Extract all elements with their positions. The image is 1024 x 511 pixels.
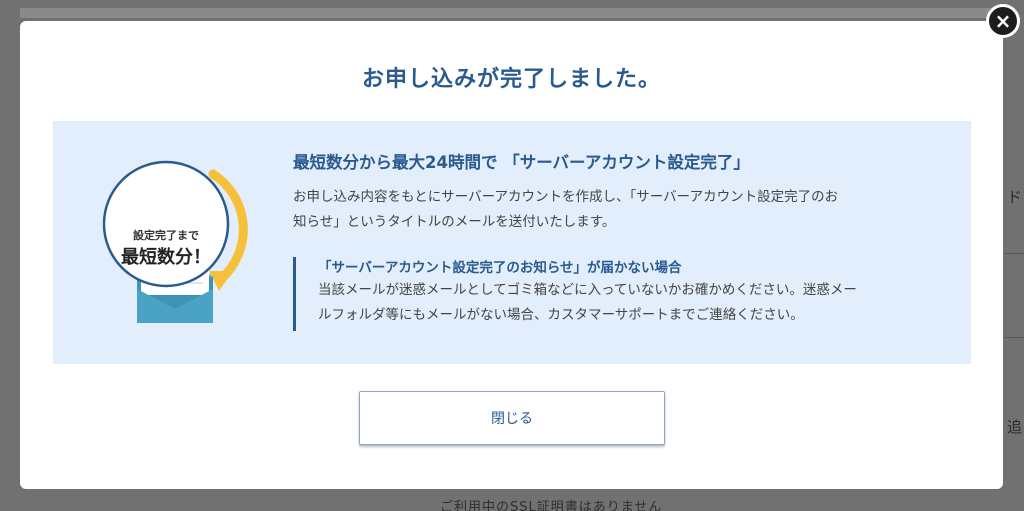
background-divider bbox=[1004, 253, 1024, 254]
close-button[interactable]: 閉じる bbox=[359, 391, 665, 445]
background-text: ド bbox=[1006, 188, 1022, 206]
panel-body: お申し込み内容をもとにサーバーアカウントを作成し、「サーバーアカウント設定完了の… bbox=[293, 185, 953, 235]
completion-modal: お申し込みが完了しました。 設定完了まで 最短数分！ 最短数分から最大24時間で… bbox=[20, 21, 1003, 489]
background-divider bbox=[1004, 337, 1024, 338]
background-text: 追 bbox=[1006, 418, 1022, 436]
note-line: ルフォルダ等にもメールがない場合、カスタマーサポートまでご連絡ください。 bbox=[318, 307, 804, 323]
body-line: お申し込み内容をもとにサーバーアカウントを作成し、「サーバーアカウント設定完了の… bbox=[293, 189, 839, 205]
note-title: 「サーバーアカウント設定完了のお知らせ」が届かない場合 bbox=[318, 260, 682, 276]
note-line: 当該メールが迷惑メールとしてゴミ箱などに入っていないかお確かめください。迷惑メー bbox=[318, 282, 857, 298]
background-text: ご利用中のSSL証明書はありません bbox=[440, 500, 663, 511]
background-strip bbox=[20, 8, 1000, 18]
info-panel: 設定完了まで 最短数分！ 最短数分から最大24時間で 「サーバーアカウント設定完… bbox=[53, 121, 971, 364]
close-icon[interactable]: × bbox=[986, 4, 1020, 38]
modal-title: お申し込みが完了しました。 bbox=[361, 67, 661, 92]
badge-headline: 最短数分！ bbox=[121, 247, 211, 268]
note-block: 「サーバーアカウント設定完了のお知らせ」が届かない場合 当該メールが迷惑メールと… bbox=[293, 257, 953, 331]
completion-illustration: 設定完了まで 最短数分！ bbox=[101, 159, 271, 329]
badge-caption: 設定完了まで bbox=[133, 229, 199, 242]
body-line: 知らせ」というタイトルのメールを送付いたします。 bbox=[293, 214, 616, 230]
panel-heading: 最短数分から最大24時間で 「サーバーアカウント設定完了」 bbox=[293, 153, 750, 172]
